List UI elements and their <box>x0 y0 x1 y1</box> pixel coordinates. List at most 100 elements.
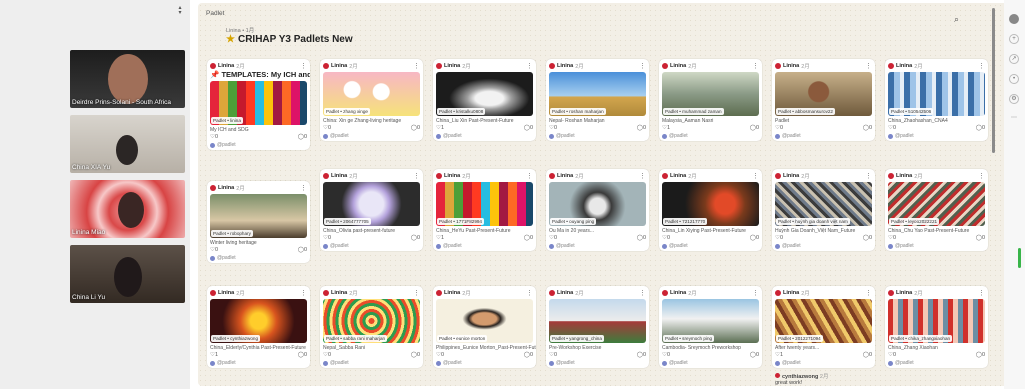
attachment-label[interactable]: Padlet • zhang xinge <box>324 108 370 115</box>
card-image[interactable]: Padlet • eunice morton <box>436 299 533 343</box>
more-options-icon[interactable]: ⋮ <box>865 62 872 70</box>
post-card[interactable]: Linina 2月 ⋮ 📌 TEMPLATES: My ICH and SDG … <box>207 59 310 150</box>
post-card[interactable]: Linina 2月 ⋮ Padlet • abbosmansurov22 Pad… <box>772 59 875 141</box>
like-button[interactable]: ♡0 <box>210 134 218 141</box>
card-image[interactable]: Padlet • 721217770 <box>662 182 759 226</box>
comment-input[interactable]: @padlet <box>320 243 423 251</box>
comment-button[interactable]: ◯0 <box>750 125 759 132</box>
comment-button[interactable]: ◯0 <box>298 134 307 141</box>
add-icon[interactable]: + <box>1009 34 1019 44</box>
comment-button[interactable]: ◯0 <box>411 235 420 242</box>
post-card[interactable]: Linina 2月 ⋮ Padlet • 2012271094 After tw… <box>772 286 875 368</box>
post-card[interactable]: Linina 2月 ⋮ Padlet • robophary Winter li… <box>207 181 310 263</box>
like-button[interactable]: ♡0 <box>323 352 331 359</box>
attachment-label[interactable]: Padlet • sreymoch ping <box>663 335 715 342</box>
card-image[interactable]: Padlet • huỳnh gia doanh việt nam <box>775 182 872 226</box>
more-options-icon[interactable]: ⋮ <box>865 289 872 297</box>
board-scrollbar[interactable] <box>992 8 995 153</box>
more-options-icon[interactable]: ⋮ <box>639 172 646 180</box>
attachment-label[interactable]: Padlet • sabba rani maharjan <box>324 335 388 342</box>
more-options-icon[interactable]: ⋮ <box>413 62 420 70</box>
video-tile-1[interactable]: Deirdre Prins-Solani - South Africa <box>70 50 185 108</box>
card-image[interactable]: Padlet • linina <box>210 81 307 125</box>
video-tile-3[interactable]: Linina Miao <box>70 180 185 238</box>
card-image[interactable]: Padlet • yangrong_china <box>549 299 646 343</box>
more-options-icon[interactable]: ⋮ <box>752 172 759 180</box>
post-card[interactable]: Linina 2月 ⋮ Padlet • yangrong_china Pre-… <box>546 286 649 368</box>
settings-icon[interactable]: ⚙ <box>1009 94 1019 104</box>
comment-button[interactable]: ◯0 <box>298 247 307 254</box>
card-image[interactable]: Padlet • zhang xinge <box>323 72 420 116</box>
comment-input[interactable]: @padlet <box>659 243 762 251</box>
attachment-label[interactable]: Padlet • 510542506 <box>889 108 934 115</box>
attachment-label[interactable]: Padlet • leyoo2022221 <box>889 218 940 225</box>
like-button[interactable]: ♡0 <box>888 125 896 132</box>
search-icon[interactable]: ⌕ <box>954 14 959 25</box>
card-image[interactable]: Padlet • 2012271094 <box>775 299 872 343</box>
like-button[interactable]: ♡0 <box>549 352 557 359</box>
comment-button[interactable]: ◯0 <box>976 352 985 359</box>
attachment-label[interactable]: Padlet • eunice morton <box>437 335 488 342</box>
post-card[interactable]: Linina 2月 ⋮ Padlet • 2064777705 China_Ol… <box>320 169 423 251</box>
like-button[interactable]: ♡1 <box>775 352 783 359</box>
comment-input[interactable]: @padlet <box>659 360 762 368</box>
comment-button[interactable]: ◯0 <box>637 125 646 132</box>
share-icon[interactable]: ↗ <box>1009 54 1019 64</box>
more-options-icon[interactable]: ⋮ <box>752 62 759 70</box>
padlet-tab[interactable]: Padlet <box>206 10 224 17</box>
more-options-icon[interactable]: ⋮ <box>413 172 420 180</box>
attachment-label[interactable]: Padlet • roshan maharjan <box>550 108 606 115</box>
card-image[interactable]: Padlet • robophary <box>210 194 307 238</box>
attachment-label[interactable]: Padlet • 721217770 <box>663 218 708 225</box>
comment-input[interactable]: @padlet <box>207 360 310 368</box>
more-options-icon[interactable]: ⋮ <box>526 172 533 180</box>
card-image[interactable]: Padlet • sreymoch ping <box>662 299 759 343</box>
card-image[interactable]: Padlet • ouyang ping <box>549 182 646 226</box>
video-tile-4[interactable]: China Li Yu <box>70 245 185 303</box>
more-options-icon[interactable]: ⋮ <box>526 62 533 70</box>
more-options-icon[interactable]: ⋮ <box>978 289 985 297</box>
comment-input[interactable]: @padlet <box>320 133 423 141</box>
like-button[interactable]: ♡1 <box>662 125 670 132</box>
comment-input[interactable]: @padlet <box>885 133 988 141</box>
attachment-label[interactable]: Padlet • muhammad zaman <box>663 108 724 115</box>
attachment-label[interactable]: Padlet • yangrong_china <box>550 335 604 342</box>
comment-input[interactable]: @padlet <box>772 133 875 141</box>
attachment-label[interactable]: Padlet • kristalku0808 <box>437 108 486 115</box>
post-card[interactable]: Linina 2月 ⋮ Padlet • kristalku0808 China… <box>433 59 536 141</box>
comment-button[interactable]: ◯0 <box>524 235 533 242</box>
comment-input[interactable]: @padlet <box>885 243 988 251</box>
comment-button[interactable]: ◯0 <box>411 352 420 359</box>
post-card[interactable]: Linina 2月 ⋮ Padlet • sreymoch ping Cambo… <box>659 286 762 368</box>
post-card[interactable]: Linina 2月 ⋮ Padlet • 721217770 China_Lin… <box>659 169 762 251</box>
comment-button[interactable]: ◯0 <box>637 235 646 242</box>
like-button[interactable]: ♡0 <box>662 235 670 242</box>
comment-input[interactable]: @padlet <box>320 360 423 368</box>
like-button[interactable]: ♡0 <box>436 352 444 359</box>
card-image[interactable]: Padlet • sabba rani maharjan <box>323 299 420 343</box>
post-card[interactable]: Linina 2月 ⋮ Padlet • zhang xinge China: … <box>320 59 423 141</box>
like-button[interactable]: ♡1 <box>436 125 444 132</box>
post-card[interactable]: Linina 2月 ⋮ Padlet • 510542506 China_Zha… <box>885 59 988 141</box>
comment-button[interactable]: ◯0 <box>411 125 420 132</box>
comment-input[interactable]: @padlet <box>207 142 310 150</box>
comment-button[interactable]: ◯0 <box>863 352 872 359</box>
attachment-label[interactable]: Padlet • huỳnh gia doanh việt nam <box>776 218 850 225</box>
comment-button[interactable]: ◯0 <box>524 352 533 359</box>
comment-button[interactable]: ◯0 <box>637 352 646 359</box>
card-image[interactable]: Padlet • cynthiazwong <box>210 299 307 343</box>
attachment-label[interactable]: Padlet • linina <box>211 117 243 124</box>
post-card[interactable]: Linina 2月 ⋮ Padlet • cynthiazwong China_… <box>207 286 310 368</box>
attachment-label[interactable]: Padlet • robophary <box>211 230 253 237</box>
comment-button[interactable]: ◯0 <box>976 125 985 132</box>
post-card[interactable]: Linina 2月 ⋮ Padlet • leyoo2022221 China_… <box>885 169 988 251</box>
more-icon[interactable]: ⋯ <box>1009 114 1019 124</box>
post-card[interactable]: Linina 2月 ⋮ Padlet • eunice morton Phili… <box>433 286 536 368</box>
card-image[interactable]: Padlet • chika_zhangxiaohan <box>888 299 985 343</box>
attachment-label[interactable]: Padlet • ouyang ping <box>550 218 597 225</box>
comment-input[interactable]: @padlet <box>546 133 649 141</box>
panel-toggle-icon[interactable]: ▴ ▾ <box>177 5 183 22</box>
like-button[interactable]: ♡0 <box>775 125 783 132</box>
more-options-icon[interactable]: ⋮ <box>639 289 646 297</box>
attachment-label[interactable]: Padlet • 2012271094 <box>776 335 823 342</box>
